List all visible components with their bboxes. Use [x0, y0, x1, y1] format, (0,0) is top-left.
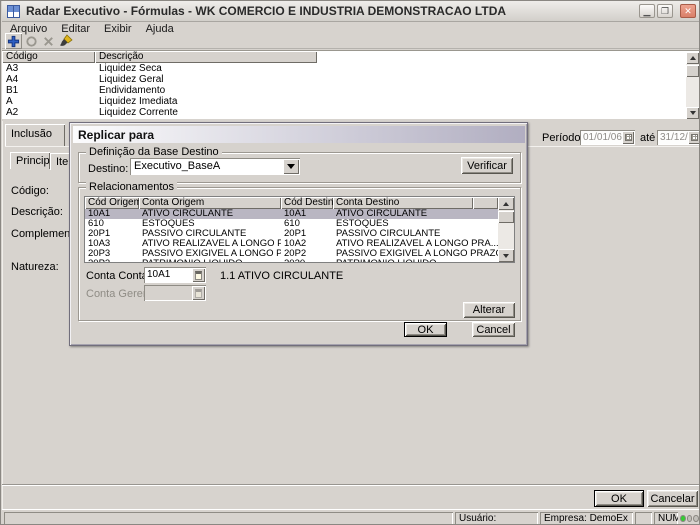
list-item[interactable]: B1Endividamento	[2, 85, 682, 96]
status-usuario: Usuário:	[455, 512, 538, 525]
natureza-label: Natureza:	[11, 261, 59, 273]
table-row[interactable]: 10A3ATIVO REALIZÁVEL A LONGO PRA...10A2A…	[85, 239, 498, 249]
dialog-title-bar[interactable]: Replicar para	[73, 126, 525, 143]
table-row[interactable]: 10A1ATIVO CIRCULANTE10A1ATIVO CIRCULANTE	[85, 209, 498, 219]
menu-ajuda[interactable]: Ajuda	[146, 23, 174, 35]
main-ok-button[interactable]: OK	[594, 490, 644, 507]
chevron-down-icon[interactable]	[283, 159, 299, 174]
scroll-down-icon[interactable]	[686, 107, 699, 119]
delete-icon	[42, 35, 55, 48]
tab-inclusao[interactable]: Inclusão	[5, 124, 65, 147]
restore-button[interactable]: ❐	[657, 4, 673, 18]
app-icon	[7, 5, 20, 18]
list-item[interactable]: A4Liquidez Geral	[2, 74, 682, 85]
menu-exibir[interactable]: Exibir	[104, 23, 132, 35]
menu-bar: Arquivo Editar Exibir Ajuda	[2, 23, 700, 35]
status-leds	[680, 512, 700, 525]
period-end-field[interactable]: 31/12/07	[657, 130, 700, 145]
status-num: NUM	[654, 512, 678, 525]
circle-icon	[25, 35, 38, 48]
title-bar: Radar Executivo - Fórmulas - WK COMERCIO…	[2, 1, 700, 22]
scroll-up-icon[interactable]	[498, 197, 514, 210]
replicar-para-dialog: Replicar para Definição da Base Destino …	[69, 122, 528, 346]
table-row[interactable]: 20P3PASSIVO EXIGÍVEL A LONGO PRAZO20P2PA…	[85, 249, 498, 259]
calendar-icon[interactable]	[622, 131, 634, 144]
period-start-field[interactable]: 01/01/06	[580, 130, 635, 145]
conta-contabil-field[interactable]: 10A1	[144, 267, 206, 283]
dialog-ok-button[interactable]: OK	[404, 322, 447, 337]
col-conta-origem[interactable]: Conta Origem	[139, 197, 281, 209]
relacionamentos-table: Cód Origem Conta Origem Cód Destino Cont…	[84, 196, 515, 263]
alterar-button[interactable]: Alterar	[463, 302, 515, 318]
period-label: Período:	[542, 132, 584, 144]
destino-combobox[interactable]: Executivo_BaseA	[130, 158, 300, 175]
table-row[interactable]: 20P1PASSIVO CIRCULANTE20P1PASSIVO CIRCUL…	[85, 229, 498, 239]
scroll-up-icon[interactable]	[686, 52, 699, 64]
verificar-button[interactable]: Verificar	[461, 157, 513, 174]
main-cancel-button[interactable]: Cancelar	[647, 490, 698, 507]
table-row[interactable]: 610ESTOQUES610ESTOQUES	[85, 219, 498, 229]
status-empresa: Empresa: DemoEx	[540, 512, 633, 525]
descricao-label: Descrição:	[11, 206, 63, 218]
scroll-thumb[interactable]	[498, 211, 514, 223]
tab-principal[interactable]: Principal	[10, 152, 50, 169]
toolbar	[2, 35, 700, 49]
col-conta-destino[interactable]: Conta Destino	[333, 197, 473, 209]
period-until-label: até	[640, 132, 655, 144]
destino-group-label: Definição da Base Destino	[86, 146, 222, 158]
destino-label: Destino:	[88, 163, 128, 175]
brush-button[interactable]	[57, 33, 74, 49]
list-item[interactable]: A3Liquidez Seca	[2, 63, 682, 74]
dialog-cancel-button[interactable]: Cancel	[472, 322, 515, 337]
formula-list: Código Descrição A3Liquidez Seca A4Liqui…	[2, 50, 700, 119]
col-stub	[473, 197, 498, 209]
ledger-icon	[195, 289, 202, 298]
status-gray-icon	[693, 515, 699, 522]
close-button[interactable]: ✕	[680, 4, 696, 18]
status-gray-icon	[687, 515, 693, 522]
add-button[interactable]	[5, 33, 22, 49]
status-empty-cell	[635, 512, 652, 525]
list-scrollbar[interactable]	[686, 52, 699, 119]
column-header-descricao[interactable]: Descrição	[95, 51, 317, 63]
window-title: Radar Executivo - Fórmulas - WK COMERCIO…	[26, 4, 506, 18]
list-item[interactable]: A2Liquidez Corrente	[2, 107, 682, 118]
column-header-codigo[interactable]: Código	[2, 51, 95, 63]
table-scrollbar[interactable]	[498, 197, 514, 262]
app-window: Radar Executivo - Fórmulas - WK COMERCIO…	[0, 0, 700, 525]
list-item[interactable]: ALiquidez Imediata	[2, 96, 682, 107]
scroll-thumb[interactable]	[686, 65, 699, 77]
minimize-button[interactable]: ▁	[639, 4, 655, 18]
lookup-button-disabled	[192, 286, 205, 300]
status-message-cell	[4, 512, 453, 525]
circle-button[interactable]	[23, 33, 40, 49]
lookup-button[interactable]	[192, 268, 205, 282]
col-cod-destino[interactable]: Cód Destino	[281, 197, 333, 209]
add-icon	[7, 35, 20, 48]
status-green-icon	[680, 515, 686, 522]
relacionamentos-group-label: Relacionamentos	[86, 181, 177, 193]
col-cod-origem[interactable]: Cód Origem	[85, 197, 139, 209]
brush-icon	[59, 34, 73, 48]
ledger-icon	[195, 271, 202, 280]
conta-gerencial-field	[144, 285, 206, 301]
status-bar: Usuário: Empresa: DemoEx NUM	[2, 509, 700, 525]
table-row[interactable]: 20P2PATRIMÔNIO LÍQUIDO2020PATRIMÔNIO LÍQ…	[85, 259, 498, 263]
delete-button[interactable]	[40, 33, 57, 49]
dialog-title: Replicar para	[78, 128, 154, 142]
scroll-down-icon[interactable]	[498, 249, 514, 262]
codigo-label: Código:	[11, 185, 49, 197]
calendar-icon[interactable]	[688, 131, 700, 144]
conta-contabil-desc: 1.1 ATIVO CIRCULANTE	[220, 270, 343, 282]
